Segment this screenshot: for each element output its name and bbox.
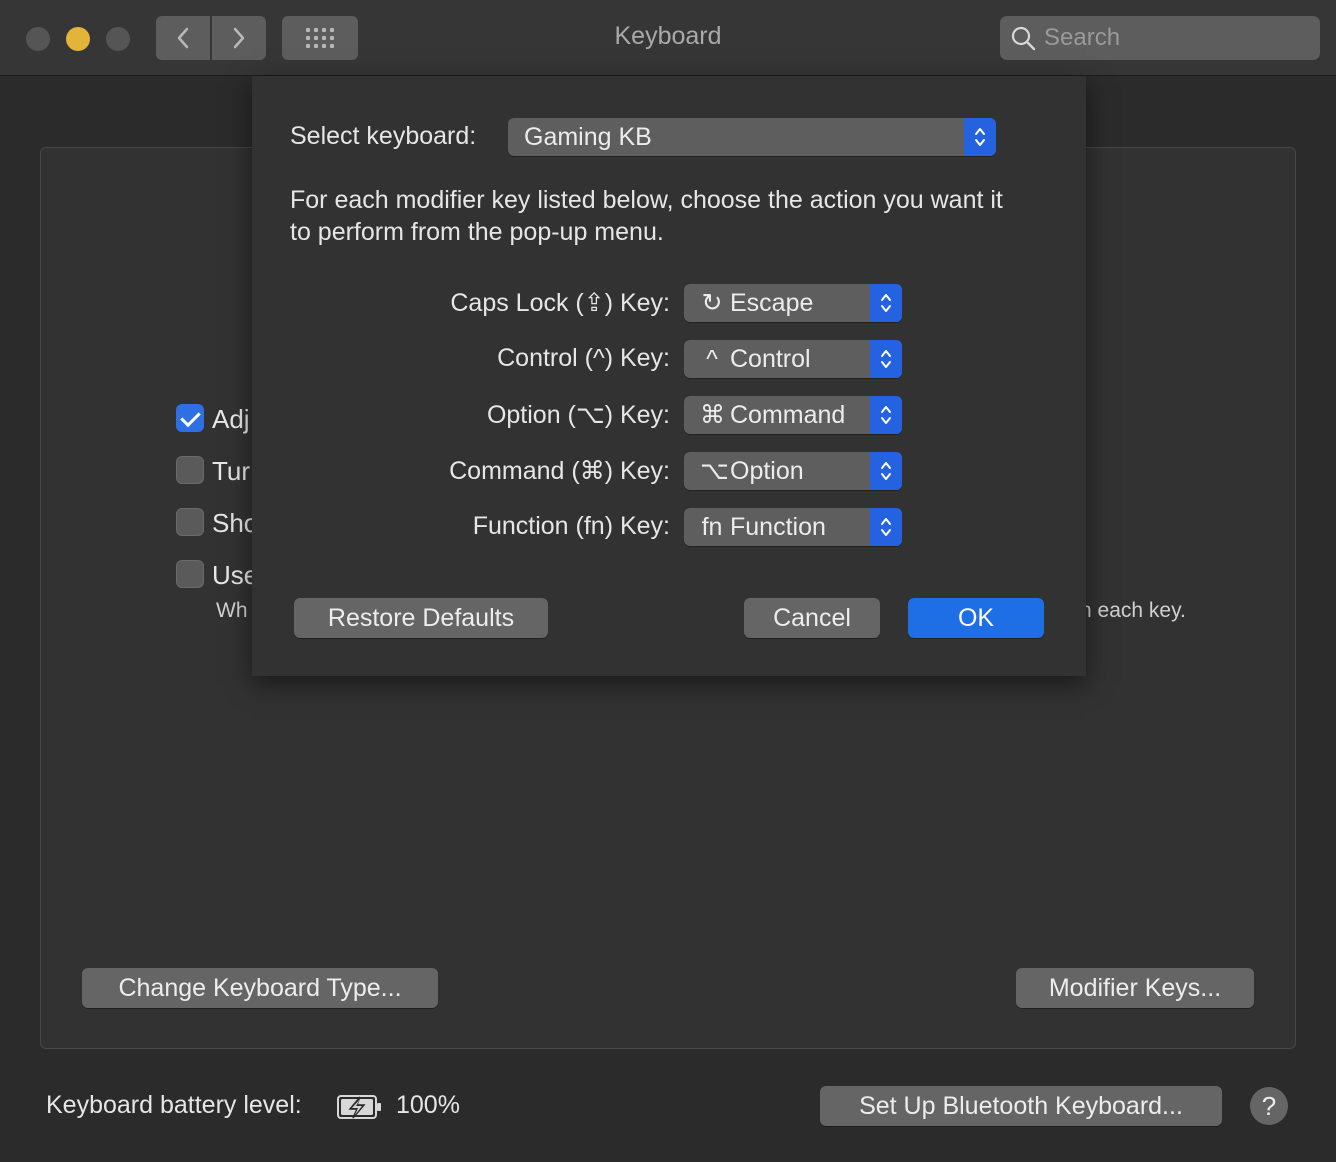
modifier-keys-button[interactable]: Modifier Keys... bbox=[1016, 968, 1254, 1008]
option-icon: ⌥ bbox=[700, 457, 729, 485]
up-down-chevron-icon bbox=[870, 508, 902, 546]
escape-icon: ↻ bbox=[701, 289, 723, 317]
restore-defaults-button[interactable]: Restore Defaults bbox=[294, 598, 548, 638]
set-up-bluetooth-keyboard-button[interactable]: Set Up Bluetooth Keyboard... bbox=[820, 1086, 1222, 1126]
help-icon[interactable]: ? bbox=[1250, 1087, 1288, 1125]
control-icon: ^ bbox=[706, 344, 718, 373]
option-key-label: Option (⌥) Key: bbox=[486, 401, 670, 429]
control-key-label: Control (^) Key: bbox=[497, 344, 670, 372]
checkbox-show[interactable] bbox=[176, 508, 204, 536]
up-down-chevron-icon bbox=[870, 452, 902, 490]
battery-level-value: 100% bbox=[396, 1091, 460, 1119]
function-action-value: Function bbox=[730, 512, 826, 541]
fn-icon: fn bbox=[701, 512, 723, 541]
control-action-popup[interactable]: ^ Control bbox=[684, 340, 902, 378]
modifier-keys-sheet: Select keyboard: Gaming KB For each modi… bbox=[252, 76, 1086, 676]
search-input[interactable] bbox=[1044, 24, 1304, 52]
select-keyboard-popup[interactable]: Gaming KB bbox=[508, 118, 996, 156]
command-action-value: Option bbox=[730, 456, 804, 485]
search-field[interactable] bbox=[1000, 16, 1320, 60]
caps-lock-action-value: Escape bbox=[730, 288, 814, 317]
option-action-value: Command bbox=[730, 400, 846, 429]
sheet-description: For each modifier key listed below, choo… bbox=[290, 186, 1003, 246]
up-down-chevron-icon bbox=[870, 284, 902, 322]
ok-button[interactable]: OK bbox=[908, 598, 1044, 638]
command-key-label: Command (⌘) Key: bbox=[449, 457, 670, 485]
select-keyboard-label: Select keyboard: bbox=[290, 122, 477, 150]
checkbox-adjust-label: Adj bbox=[212, 404, 250, 434]
checkbox-use[interactable] bbox=[176, 560, 204, 588]
checkbox-use-note-tail: n each key. bbox=[1080, 599, 1186, 622]
option-action-popup[interactable]: ⌘ Command bbox=[684, 396, 902, 434]
up-down-chevron-icon bbox=[870, 396, 902, 434]
caps-lock-action-popup[interactable]: ↻ Escape bbox=[684, 284, 902, 322]
checkbox-turn[interactable] bbox=[176, 456, 204, 484]
up-down-chevron-icon bbox=[964, 118, 996, 156]
up-down-chevron-icon bbox=[870, 340, 902, 378]
checkbox-turn-label: Tur bbox=[212, 456, 251, 486]
checkbox-use-note: Wh bbox=[216, 599, 248, 622]
battery-level-label: Keyboard battery level: bbox=[46, 1091, 302, 1119]
control-action-value: Control bbox=[730, 344, 811, 373]
function-key-label: Function (fn) Key: bbox=[472, 512, 670, 540]
function-action-popup[interactable]: fn Function bbox=[684, 508, 902, 546]
select-keyboard-value: Gaming KB bbox=[524, 122, 652, 151]
command-action-popup[interactable]: ⌥ Option bbox=[684, 452, 902, 490]
battery-charging-icon bbox=[337, 1095, 381, 1119]
caps-lock-key-label: Caps Lock (⇪) Key: bbox=[450, 289, 670, 317]
title-bar: Keyboard bbox=[0, 0, 1336, 76]
checkbox-adjust[interactable] bbox=[176, 404, 204, 432]
cancel-button[interactable]: Cancel bbox=[744, 598, 880, 638]
change-keyboard-type-button[interactable]: Change Keyboard Type... bbox=[82, 968, 438, 1008]
command-icon: ⌘ bbox=[700, 401, 725, 429]
search-icon bbox=[1011, 26, 1036, 51]
